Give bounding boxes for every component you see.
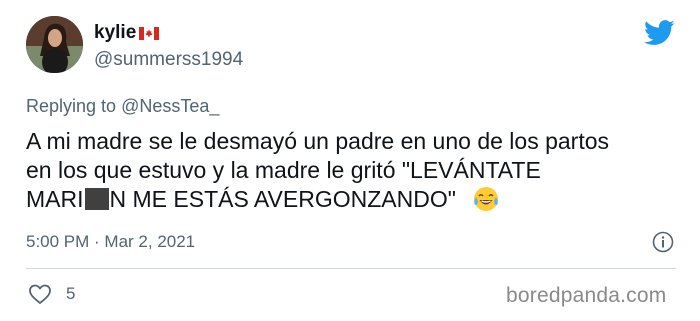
tweet-line-3-start: MARI	[26, 186, 84, 212]
author-name-row[interactable]: kylie	[94, 22, 160, 44]
like-button[interactable]: 5	[28, 283, 75, 305]
canada-flag-icon	[139, 26, 160, 40]
display-name[interactable]: kylie	[94, 22, 136, 44]
replying-to: Replying to @NessTea_	[26, 96, 219, 117]
avatar[interactable]	[26, 16, 83, 73]
tweet-line-3: MARI N ME ESTÁS AVERGONZANDO"	[26, 185, 676, 214]
reply-mention-link[interactable]: @NessTea_	[121, 96, 219, 116]
info-icon[interactable]	[652, 231, 674, 253]
redaction-block	[84, 188, 109, 210]
like-count: 5	[66, 284, 76, 303]
twitter-bird-icon[interactable]	[644, 20, 675, 46]
replying-prefix: Replying to	[26, 96, 122, 116]
watermark: boredpanda.com	[506, 284, 667, 307]
author-handle[interactable]: @summerss1994	[94, 49, 243, 71]
heart-icon[interactable]	[28, 283, 52, 305]
tweet-timestamp[interactable]: 5:00 PM · Mar 2, 2021	[26, 232, 195, 252]
tweet-line-3-end: N ME ESTÁS AVERGONZANDO"	[109, 186, 456, 212]
tweet-line-1: A mi madre se le desmayó un padre en uno…	[26, 128, 610, 154]
divider	[26, 268, 676, 269]
tweet-line-2: en los que estuvo y la madre le gritó "L…	[26, 157, 541, 183]
face-with-tears-of-joy-emoji	[474, 187, 499, 211]
tweet-text: A mi madre se le desmayó un padre en uno…	[26, 127, 676, 214]
